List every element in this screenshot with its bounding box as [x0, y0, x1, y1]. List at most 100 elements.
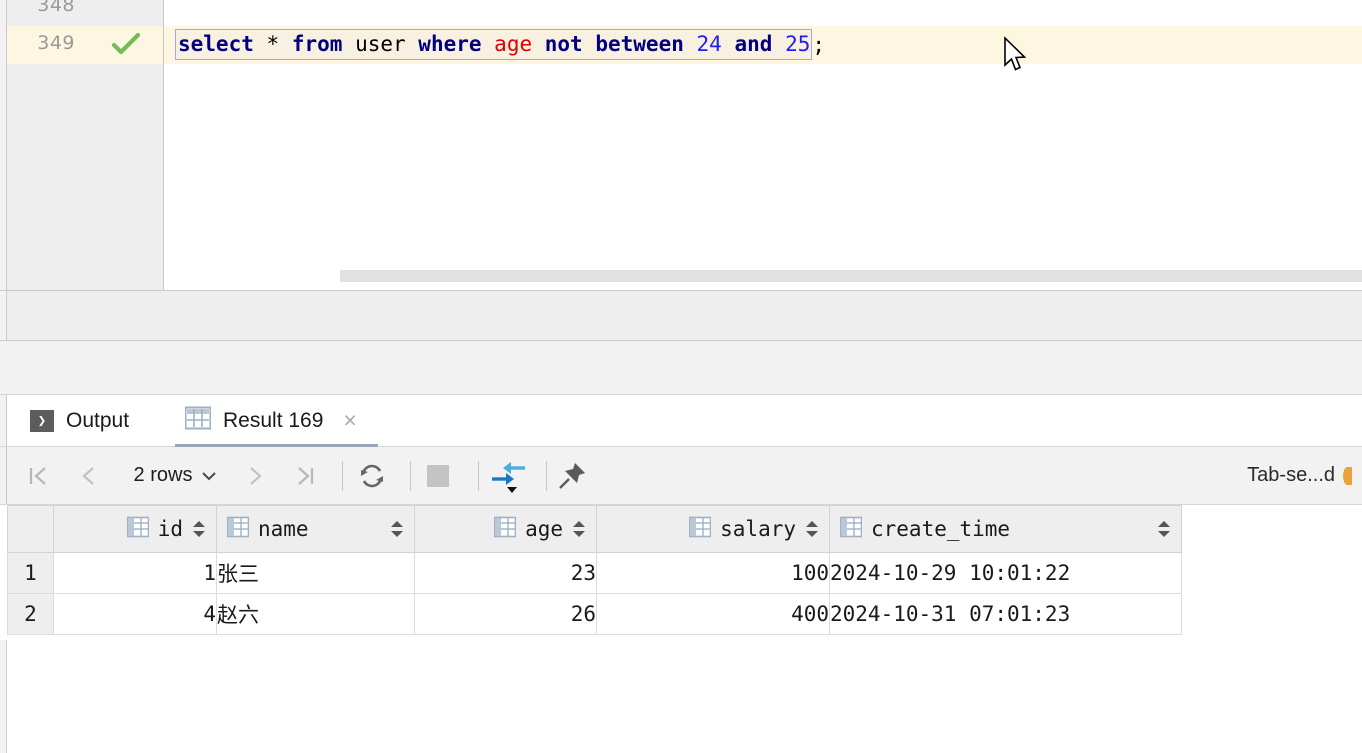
cell-age[interactable]: 26 [414, 593, 597, 635]
sql-token-space [772, 32, 785, 56]
sql-token-from: from [291, 32, 343, 56]
cell-salary[interactable]: 100 [596, 552, 830, 594]
tab-output[interactable]: ❯ Output [30, 395, 129, 446]
result-table: id name age salary create_time 1 1 张三 23… [7, 505, 1182, 635]
table-row[interactable]: 1 1 张三 23 100 2024-10-29 10:01:22 [7, 552, 1182, 594]
cell-id[interactable]: 1 [53, 552, 217, 594]
code-pane[interactable]: select * from user where age not between… [164, 0, 1362, 290]
column-header-label: name [258, 517, 309, 541]
sql-ide-window: 348 349 select * from user where age not… [0, 0, 1362, 753]
sql-token-number-25: 25 [785, 32, 811, 56]
band-left-rail [0, 291, 7, 340]
sql-token-where: where [418, 32, 482, 56]
column-header-create-time[interactable]: create_time [829, 505, 1182, 553]
sql-token-space [342, 32, 355, 56]
last-page-button[interactable] [288, 447, 322, 504]
tab-result[interactable]: Result 169 × [184, 395, 357, 446]
rows-count-label: 2 rows [133, 464, 193, 486]
cell-name[interactable]: 赵六 [216, 593, 415, 635]
pin-button[interactable] [552, 447, 592, 504]
sql-token-select: select [178, 32, 254, 56]
chevron-down-icon [507, 486, 517, 493]
column-header-salary[interactable]: salary [596, 505, 830, 553]
sql-token-column-age: age [494, 32, 533, 56]
cell-age[interactable]: 23 [414, 552, 597, 594]
sql-statement-selection[interactable]: select * from user where age not between… [175, 29, 813, 60]
rows-count-dropdown[interactable]: 2 rows [118, 447, 234, 504]
column-icon [493, 516, 517, 543]
tab-result-label: Result 169 [223, 408, 324, 432]
sql-token-space [279, 32, 292, 56]
refresh-button[interactable] [352, 447, 392, 504]
sort-icon[interactable] [390, 520, 404, 538]
column-header-age[interactable]: age [414, 505, 597, 553]
result-tabs-bar: ❯ Output Result 169 × [0, 395, 1362, 447]
column-icon [839, 516, 863, 543]
line-number: 349 [37, 32, 75, 54]
sql-token-star: * [266, 32, 280, 56]
sort-icon[interactable] [192, 520, 206, 538]
stop-icon [427, 464, 449, 487]
next-page-button[interactable] [238, 447, 272, 504]
cell-name[interactable]: 张三 [216, 552, 415, 594]
column-icon [126, 516, 150, 543]
first-page-button[interactable] [22, 447, 56, 504]
sort-icon[interactable] [1157, 520, 1171, 538]
pin-icon [559, 462, 585, 489]
row-number: 2 [7, 593, 54, 635]
console-icon: ❯ [30, 409, 54, 432]
cell-create-time[interactable]: 2024-10-29 10:01:22 [829, 552, 1182, 594]
table-icon [184, 406, 212, 436]
cell-salary[interactable]: 400 [596, 593, 830, 635]
column-header-label: id [157, 517, 183, 541]
column-header-label: salary [720, 517, 796, 541]
sql-token-space [684, 32, 697, 56]
result-data-grid[interactable]: id name age salary create_time 1 1 张三 23… [0, 505, 1362, 753]
toolbar-left-rail [0, 447, 7, 504]
green-check-icon[interactable] [111, 30, 141, 58]
sort-icon[interactable] [805, 520, 819, 538]
sql-token-space [406, 32, 419, 56]
sql-token-and: and [734, 32, 773, 56]
column-header-label: age [525, 517, 563, 541]
result-toolbar: 2 rows Tab-se...d [0, 447, 1362, 505]
sql-token-number-24: 24 [696, 32, 722, 56]
gutter-line-349: 349 [7, 26, 163, 64]
table-header-row: id name age salary create_time [7, 505, 1182, 553]
tab-output-label: Output [66, 408, 130, 432]
line-number: 348 [37, 0, 75, 16]
column-header-id[interactable]: id [53, 505, 217, 553]
transpose-button[interactable] [486, 447, 532, 504]
close-icon[interactable]: × [343, 409, 356, 432]
panel-divider-band [0, 341, 1362, 395]
editor-horizontal-scrollbar[interactable] [340, 270, 1362, 282]
cell-id[interactable]: 4 [53, 593, 217, 635]
previous-page-button[interactable] [72, 447, 106, 504]
transpose-icon [492, 461, 525, 493]
tab-separated-status[interactable]: Tab-se...d [1247, 447, 1352, 504]
sql-token-space [532, 32, 545, 56]
row-number-header [7, 505, 54, 553]
editor-gutter[interactable]: 348 349 [7, 0, 164, 290]
sql-editor-area: 348 349 select * from user where age not… [0, 0, 1362, 290]
sql-token-semicolon: ; [812, 32, 826, 57]
grid-left-rail-lower [0, 640, 7, 753]
sql-token-between: between [595, 32, 684, 56]
row-number: 1 [7, 552, 54, 594]
editor-scrollbar-thumb[interactable] [340, 270, 1362, 280]
chevron-down-icon [202, 471, 217, 480]
editor-bottom-band [0, 290, 1362, 341]
cell-create-time[interactable]: 2024-10-31 07:01:23 [829, 593, 1182, 635]
sql-token-table-user: user [355, 32, 406, 56]
sql-token-space [254, 32, 267, 56]
editor-left-rail [0, 0, 7, 290]
stop-button[interactable] [418, 447, 458, 504]
sql-statement-line[interactable]: select * from user where age not between… [175, 29, 825, 60]
table-row[interactable]: 2 4 赵六 26 400 2024-10-31 07:01:23 [7, 593, 1182, 635]
sort-icon[interactable] [572, 520, 586, 538]
column-icon [226, 516, 250, 543]
sql-token-not: not [544, 32, 583, 56]
toolbar-separator [478, 461, 479, 491]
tabs-left-rail [0, 395, 7, 446]
column-header-name[interactable]: name [216, 505, 415, 553]
